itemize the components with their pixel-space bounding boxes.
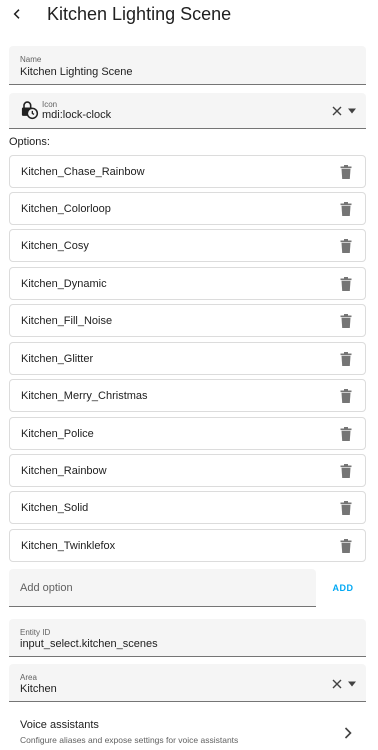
delete-option-button[interactable] — [339, 388, 353, 404]
area-dropdown-button[interactable] — [344, 676, 360, 692]
delete-option-button[interactable] — [339, 238, 353, 254]
lock-clock-icon — [19, 100, 39, 120]
add-option-input[interactable] — [9, 569, 316, 606]
close-icon — [332, 106, 342, 116]
option-label: Kitchen_Police — [21, 428, 94, 440]
option-label: Kitchen_Twinklefox — [21, 540, 116, 552]
entity-id-field[interactable]: Entity ID input_select.kitchen_scenes — [9, 619, 366, 657]
name-field[interactable]: Name Kitchen Lighting Scene — [9, 46, 366, 85]
delete-option-button[interactable] — [339, 500, 353, 516]
trash-icon — [340, 501, 352, 515]
option-row: Kitchen_Chase_Rainbow — [9, 155, 366, 188]
voice-assistants-title: Voice assistants — [20, 719, 99, 731]
delete-option-button[interactable] — [339, 276, 353, 292]
option-row: Kitchen_Merry_Christmas — [9, 379, 366, 412]
trash-icon — [340, 352, 352, 366]
options-heading: Options: — [9, 136, 50, 148]
trash-icon — [340, 389, 352, 403]
trash-icon — [340, 202, 352, 216]
option-label: Kitchen_Merry_Christmas — [21, 390, 148, 402]
voice-assistants-row[interactable]: Voice assistants Configure aliases and e… — [9, 710, 366, 750]
option-row: Kitchen_Twinklefox — [9, 529, 366, 562]
area-value[interactable]: Kitchen — [20, 683, 57, 696]
add-option-field[interactable] — [9, 569, 316, 607]
caret-down-icon — [348, 681, 356, 687]
entity-id-label: Entity ID — [20, 628, 51, 637]
arrow-left-icon — [13, 9, 20, 19]
page-title: Kitchen Lighting Scene — [47, 4, 232, 24]
delete-option-button[interactable] — [339, 164, 353, 180]
area-clear-button[interactable] — [329, 676, 345, 692]
delete-option-button[interactable] — [339, 351, 353, 367]
option-label: Kitchen_Rainbow — [21, 465, 107, 477]
option-row: Kitchen_Fill_Noise — [9, 304, 366, 337]
option-label: Kitchen_Solid — [21, 502, 89, 514]
icon-picker-field[interactable]: Icon mdi:lock-clock — [9, 93, 366, 129]
chevron-right-icon — [341, 726, 355, 740]
close-icon — [332, 679, 342, 689]
trash-icon — [340, 277, 352, 291]
caret-down-icon — [348, 108, 356, 114]
option-label: Kitchen_Glitter — [21, 353, 94, 365]
delete-option-button[interactable] — [339, 426, 353, 442]
icon-clear-button[interactable] — [329, 103, 345, 119]
option-label: Kitchen_Cosy — [21, 240, 89, 252]
option-row: Kitchen_Glitter — [9, 342, 366, 375]
option-row: Kitchen_Police — [9, 417, 366, 450]
area-label: Area — [20, 673, 37, 682]
option-row: Kitchen_Solid — [9, 491, 366, 524]
icon-dropdown-button[interactable] — [344, 103, 360, 119]
name-field-value[interactable]: Kitchen Lighting Scene — [20, 66, 133, 79]
back-button[interactable] — [6, 4, 28, 24]
trash-icon — [340, 427, 352, 441]
delete-option-button[interactable] — [339, 463, 353, 479]
trash-icon — [340, 464, 352, 478]
entity-id-value[interactable]: input_select.kitchen_scenes — [20, 638, 158, 651]
name-field-label: Name — [20, 55, 42, 64]
delete-option-button[interactable] — [339, 201, 353, 217]
option-row: Kitchen_Colorloop — [9, 192, 366, 225]
option-row: Kitchen_Dynamic — [9, 267, 366, 300]
delete-option-button[interactable] — [339, 538, 353, 554]
option-row: Kitchen_Rainbow — [9, 454, 366, 487]
voice-assistants-subtitle: Configure aliases and expose settings fo… — [20, 735, 239, 745]
top-app-bar: Kitchen Lighting Scene — [0, 0, 378, 30]
add-option-button[interactable]: ADD — [328, 580, 358, 596]
trash-icon — [340, 314, 352, 328]
icon-field-value[interactable]: mdi:lock-clock — [42, 109, 111, 122]
area-picker-field[interactable]: Area Kitchen — [9, 664, 366, 702]
option-label: Kitchen_Dynamic — [21, 278, 107, 290]
trash-icon — [340, 165, 352, 179]
option-row: Kitchen_Cosy — [9, 229, 366, 262]
trash-icon — [340, 539, 352, 553]
delete-option-button[interactable] — [339, 313, 353, 329]
option-label: Kitchen_Colorloop — [21, 203, 111, 215]
option-label: Kitchen_Fill_Noise — [21, 315, 113, 327]
option-label: Kitchen_Chase_Rainbow — [21, 166, 145, 178]
trash-icon — [340, 239, 352, 253]
